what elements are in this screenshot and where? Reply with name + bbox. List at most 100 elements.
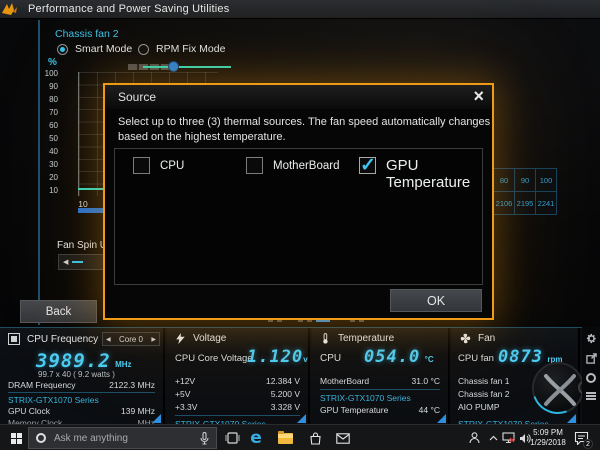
store-button[interactable] (303, 425, 327, 450)
folder-icon (278, 433, 293, 444)
rail-label: +5V (175, 389, 190, 399)
window-title: Performance and Power Saving Utilities (28, 3, 229, 15)
export-window-icon[interactable] (586, 353, 597, 364)
temperature-section: Temperature CPU 054.0 °C MotherBoard 31.… (312, 328, 450, 425)
slider-handle[interactable] (168, 61, 179, 72)
axis-unit-label: % (48, 57, 57, 68)
rail-label: +12V (175, 376, 195, 386)
dram-frequency-value: 2122.3 MHz (109, 380, 155, 390)
page-indicator[interactable] (307, 320, 312, 322)
cortana-icon (36, 433, 46, 443)
dialog-message: Select up to three (3) thermal sources. … (118, 115, 490, 145)
option-motherboard[interactable]: MotherBoard (246, 157, 339, 174)
axis-tick: 60 (30, 121, 58, 130)
edge-button[interactable]: e (245, 425, 267, 450)
cpu-frequency-value: 3989.2 (36, 350, 111, 372)
page-indicator[interactable] (298, 320, 303, 322)
clock-time: 5:09 PM (525, 428, 571, 438)
cpu-temp-unit: °C (425, 355, 434, 364)
task-view-button[interactable] (221, 425, 243, 450)
stepper-left-arrow-icon[interactable]: ◀ (63, 258, 68, 266)
table-cell-temp: 80 (494, 169, 515, 192)
rail-value: 12.384 V (266, 376, 300, 386)
expand-corner-icon[interactable] (152, 414, 161, 423)
microphone-icon[interactable] (200, 432, 209, 445)
axis-tick: 30 (30, 160, 58, 169)
close-icon[interactable]: × (473, 85, 484, 107)
axis-tick: 100 (30, 69, 58, 78)
motherboard-temp-value: 31.0 °C (412, 376, 440, 386)
back-button[interactable]: Back (20, 300, 97, 323)
rpm-fix-mode-radio[interactable]: RPM Fix Mode (138, 43, 225, 55)
fan-spin-up-stepper[interactable]: ◀ (58, 254, 106, 270)
file-explorer-button[interactable] (273, 425, 297, 450)
radio-selected-icon[interactable] (57, 44, 68, 55)
hw-monitor-panel: CPU Frequency ◀ Core 0 ▶ 3989.2 MHz 99.7… (0, 327, 600, 424)
people-tray-button[interactable] (464, 425, 484, 450)
page-indicator[interactable] (359, 320, 364, 322)
rail-value: 5.200 V (271, 389, 300, 399)
gpu-temp-label: GPU Temperature (320, 405, 388, 415)
side-toolbar (582, 327, 600, 424)
section-title: CPU Frequency (27, 334, 98, 345)
person-icon (469, 432, 480, 444)
settings-gear-icon[interactable] (586, 333, 597, 344)
selector-prev-icon[interactable]: ◀ (106, 336, 111, 343)
selector-next-icon[interactable]: ▶ (151, 336, 156, 343)
page-indicator-active[interactable] (316, 320, 330, 322)
fan-rpm-table: 80 90 100 2106 2195 2241 (493, 168, 557, 215)
selector-value: Core 0 (119, 335, 143, 344)
checkbox-unchecked[interactable] (133, 157, 150, 174)
table-cell-rpm: 2106 (494, 192, 515, 215)
store-bag-icon (309, 432, 322, 445)
start-button[interactable] (8, 425, 25, 450)
option-gpu-temperature[interactable]: ✓ GPU Temperature (359, 157, 496, 191)
network-tray-button[interactable] (500, 425, 517, 450)
app-window: Performance and Power Saving Utilities C… (0, 0, 600, 450)
option-cpu[interactable]: CPU (133, 157, 184, 174)
rail-value: 3.328 V (271, 402, 300, 412)
core-selector[interactable]: ◀ Core 0 ▶ (102, 332, 160, 346)
voltage-bolt-icon (175, 333, 186, 344)
page-indicator[interactable] (277, 320, 282, 322)
cpu-frequency-section: CPU Frequency ◀ Core 0 ▶ 3989.2 MHz 99.7… (0, 328, 165, 425)
search-input[interactable]: Ask me anything (28, 427, 217, 449)
stepper-value-dash (72, 261, 83, 263)
cpu-frequency-unit: MHz (115, 360, 131, 369)
section-title: Voltage (193, 333, 226, 344)
ok-button[interactable]: OK (390, 289, 482, 312)
axis-tick: 40 (30, 147, 58, 156)
table-cell-rpm: 2195 (515, 192, 536, 215)
thermal-source-options: CPU MotherBoard ✓ GPU Temperature (114, 148, 483, 285)
checkmark-icon: ✓ (360, 154, 376, 177)
action-center-button[interactable]: 2 (569, 425, 593, 450)
clock-date: 1/29/2018 (525, 438, 571, 448)
dram-frequency-label: DRAM Frequency (8, 380, 76, 390)
fan-wheel-graphic[interactable] (532, 362, 584, 414)
expand-corner-icon[interactable] (297, 414, 306, 423)
record-circle-icon[interactable] (586, 373, 596, 383)
smart-mode-radio[interactable]: Smart Mode (57, 43, 132, 55)
page-indicator[interactable] (350, 320, 355, 322)
page-title: Chassis fan 2 (55, 28, 119, 40)
expand-corner-icon[interactable] (437, 414, 446, 423)
notification-badge: 2 (583, 439, 593, 449)
dialog-title: Source (118, 90, 156, 104)
dialog-header (105, 85, 492, 109)
menu-icon[interactable] (586, 392, 596, 400)
section-title: Fan (478, 333, 495, 344)
mail-button[interactable] (331, 425, 355, 450)
voltage-unit: v (303, 355, 307, 364)
table-cell-temp: 90 (515, 169, 536, 192)
checkbox-unchecked[interactable] (246, 157, 263, 174)
radio-unselected-icon[interactable] (138, 44, 149, 55)
page-indicator[interactable] (268, 320, 273, 322)
cpu-temp-value: 054.0 (364, 347, 420, 367)
tray-clock[interactable]: 5:09 PM 1/29/2018 (528, 425, 568, 450)
motherboard-temp-label: MotherBoard (320, 376, 369, 386)
rail-label: +3.3V (175, 402, 197, 412)
checkbox-checked[interactable]: ✓ (359, 157, 376, 174)
tray-expand-button[interactable] (486, 425, 500, 450)
section-title: Temperature (338, 333, 394, 344)
cpu-detail: 99.7 x 40 ( 9.2 watts ) (38, 370, 115, 379)
